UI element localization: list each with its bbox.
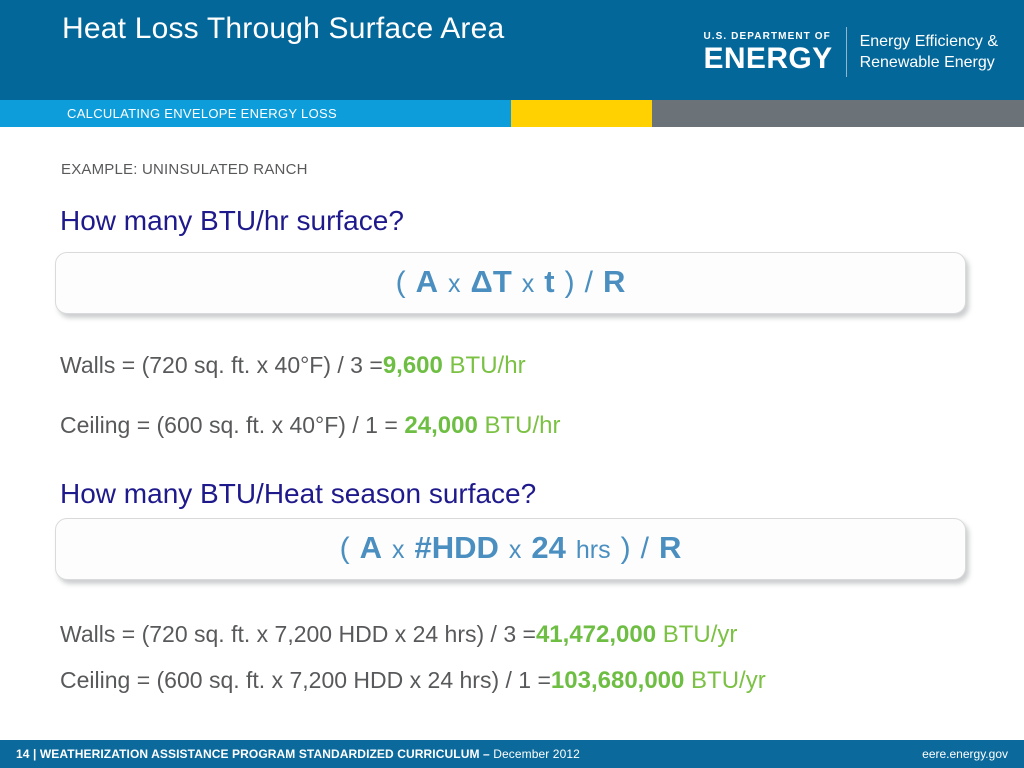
footer-band: 14 | WEATHERIZATION ASSISTANCE PROGRAM S… [0, 740, 1024, 768]
formula-term-area: A [415, 264, 439, 299]
formula-term-r-value: R [602, 264, 626, 299]
formula-open-paren: ( [339, 532, 350, 565]
calculation-expression: Walls = (720 sq. ft. x 7,200 HDD x 24 hr… [60, 621, 536, 647]
formula-seasonal: ( Ax #HDD x 24 hrs) / R [339, 530, 682, 565]
formula-term-r-value: R [658, 530, 682, 565]
footer-date: December 2012 [493, 747, 580, 761]
calculation-row-walls-seasonal: Walls = (720 sq. ft. x 7,200 HDD x 24 hr… [60, 621, 737, 649]
doe-logo: U.S. DEPARTMENT OF ENERGY Energy Efficie… [703, 26, 998, 78]
section-subtitle: CALCULATING ENVELOPE ENERGY LOSS [67, 106, 337, 121]
example-eyebrow-label: EXAMPLE: UNINSULATED RANCH [61, 161, 308, 178]
formula-term-area: A [359, 530, 383, 565]
calculation-result: 41,472,000 [535, 621, 657, 648]
formula-operator-1: x [448, 270, 461, 298]
accent-bar: CALCULATING ENVELOPE ENERGY LOSS [0, 100, 1024, 127]
question-heading-seasonal: How many BTU/Heat season surface? [60, 478, 537, 509]
footer-program-text: 14 | WEATHERIZATION ASSISTANCE PROGRAM S… [16, 747, 580, 761]
formula-box-hourly: (Ax ΔT x t) / R [55, 252, 966, 314]
formula-divider: / [584, 266, 593, 299]
tagline-line-1: Energy Efficiency & [859, 33, 998, 50]
calculation-row-ceiling-hourly: Ceiling = (600 sq. ft. x 40°F) / 1 = 24,… [60, 412, 561, 440]
formula-term-hours-unit: hrs [575, 536, 611, 564]
accent-segment-gray [652, 100, 1024, 127]
calculation-unit: BTU/hr [484, 412, 561, 439]
calculation-unit: BTU/yr [691, 667, 766, 694]
doe-logo-wordmark: U.S. DEPARTMENT OF ENERGY [703, 26, 845, 78]
formula-open-paren: ( [395, 266, 406, 299]
page-title: Heat Loss Through Surface Area [62, 12, 505, 45]
calculation-expression: Walls = (720 sq. ft. x 40°F) / 3 = [60, 352, 383, 378]
formula-close-paren: ) [564, 266, 575, 299]
footer-website[interactable]: eere.energy.gov [922, 747, 1008, 761]
formula-box-seasonal: ( Ax #HDD x 24 hrs) / R [55, 518, 966, 580]
formula-term-time: t [544, 264, 555, 299]
footer-page-and-program: 14 | WEATHERIZATION ASSISTANCE PROGRAM S… [16, 747, 494, 761]
calculation-unit: BTU/hr [449, 352, 526, 379]
calculation-result: 9,600 [382, 352, 443, 379]
formula-divider: / [640, 532, 649, 565]
calculation-row-ceiling-seasonal: Ceiling = (600 sq. ft. x 7,200 HDD x 24 … [60, 667, 766, 695]
accent-segment-yellow [511, 100, 652, 127]
calculation-result: 103,680,000 [550, 667, 685, 694]
formula-close-paren: ) [620, 532, 631, 565]
calculation-result: 24,000 [404, 412, 478, 439]
header-band: Heat Loss Through Surface Area U.S. DEPA… [0, 0, 1024, 100]
formula-term-hours: 24 [531, 530, 566, 565]
tagline-line-2: Renewable Energy [859, 54, 995, 71]
calculation-unit: BTU/yr [662, 621, 738, 648]
calculation-expression: Ceiling = (600 sq. ft. x 7,200 HDD x 24 … [60, 667, 551, 693]
formula-operator-2: x [508, 536, 522, 564]
formula-operator-2: x [521, 270, 535, 298]
doe-energy-wordmark: ENERGY [703, 41, 833, 75]
calculation-expression: Ceiling = (600 sq. ft. x 40°F) / 1 = [60, 412, 398, 438]
formula-hourly: (Ax ΔT x t) / R [395, 264, 626, 299]
question-heading-hourly: How many BTU/hr surface? [60, 205, 404, 236]
calculation-row-walls-hourly: Walls = (720 sq. ft. x 40°F) / 3 =9,600 … [60, 352, 526, 380]
doe-logo-tagline: Energy Efficiency & Renewable Energy [847, 26, 998, 78]
doe-department-line: U.S. DEPARTMENT OF [703, 30, 831, 42]
formula-term-hdd: #HDD [414, 530, 499, 565]
formula-operator-1: x [392, 536, 405, 564]
formula-term-delta-t: ΔT [470, 264, 512, 299]
